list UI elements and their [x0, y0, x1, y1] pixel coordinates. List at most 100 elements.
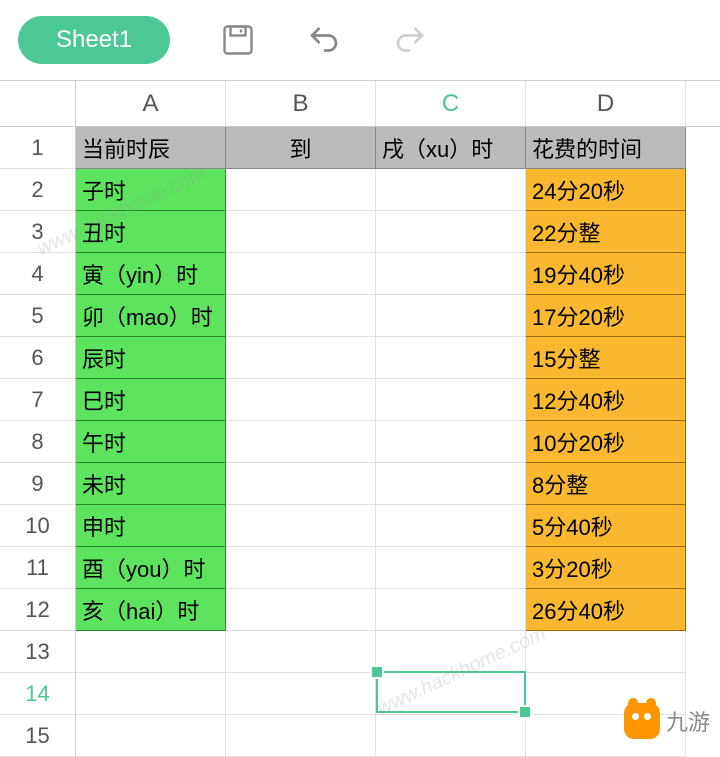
- row-header-6[interactable]: 6: [0, 337, 76, 379]
- column-header-b[interactable]: B: [226, 81, 376, 126]
- table-row: 巳时 12分40秒: [76, 379, 686, 421]
- cell-b6[interactable]: [226, 337, 376, 379]
- table-row: 午时 10分20秒: [76, 421, 686, 463]
- row-header-9[interactable]: 9: [0, 463, 76, 505]
- cell-c3[interactable]: [376, 211, 526, 253]
- cell-b5[interactable]: [226, 295, 376, 337]
- cell-b3[interactable]: [226, 211, 376, 253]
- cell-b4[interactable]: [226, 253, 376, 295]
- cell-a3[interactable]: 丑时: [76, 211, 226, 253]
- redo-icon[interactable]: [392, 22, 428, 58]
- brand-logo: 九游: [624, 703, 710, 739]
- cells-area: 当前时辰 到 戌（xu）时 花费的时间 子时 24分20秒 丑时 22分整 寅（…: [76, 127, 686, 757]
- save-icon[interactable]: [220, 22, 256, 58]
- cell-a9[interactable]: 未时: [76, 463, 226, 505]
- cell-a1[interactable]: 当前时辰: [76, 127, 226, 169]
- row-header-10[interactable]: 10: [0, 505, 76, 547]
- cell-d9[interactable]: 8分整: [526, 463, 686, 505]
- cell-c13[interactable]: [376, 631, 526, 673]
- cell-c14[interactable]: [376, 673, 526, 715]
- select-all-corner[interactable]: [0, 81, 76, 126]
- table-row: 酉（you）时 3分20秒: [76, 547, 686, 589]
- cell-c6[interactable]: [376, 337, 526, 379]
- cell-b11[interactable]: [226, 547, 376, 589]
- cell-c12[interactable]: [376, 589, 526, 631]
- brand-text: 九游: [666, 705, 710, 737]
- cell-d2[interactable]: 24分20秒: [526, 169, 686, 211]
- cell-c4[interactable]: [376, 253, 526, 295]
- row-header-5[interactable]: 5: [0, 295, 76, 337]
- cell-a13[interactable]: [76, 631, 226, 673]
- cell-b13[interactable]: [226, 631, 376, 673]
- cell-a11[interactable]: 酉（you）时: [76, 547, 226, 589]
- cell-b10[interactable]: [226, 505, 376, 547]
- cell-c2[interactable]: [376, 169, 526, 211]
- table-row: [76, 631, 686, 673]
- cell-d4[interactable]: 19分40秒: [526, 253, 686, 295]
- column-header-d[interactable]: D: [526, 81, 686, 126]
- cell-c8[interactable]: [376, 421, 526, 463]
- table-row: [76, 673, 686, 715]
- cell-c10[interactable]: [376, 505, 526, 547]
- cell-d10[interactable]: 5分40秒: [526, 505, 686, 547]
- sheet-tab[interactable]: Sheet1: [18, 16, 170, 64]
- cell-d8[interactable]: 10分20秒: [526, 421, 686, 463]
- cell-b7[interactable]: [226, 379, 376, 421]
- cell-c5[interactable]: [376, 295, 526, 337]
- table-row: 丑时 22分整: [76, 211, 686, 253]
- row-header-1[interactable]: 1: [0, 127, 76, 169]
- table-row: 申时 5分40秒: [76, 505, 686, 547]
- row-header-8[interactable]: 8: [0, 421, 76, 463]
- table-row: 卯（mao）时 17分20秒: [76, 295, 686, 337]
- table-row: 未时 8分整: [76, 463, 686, 505]
- column-headers-row: A B C D: [0, 80, 720, 127]
- cell-c9[interactable]: [376, 463, 526, 505]
- row-headers: 1 2 3 4 5 6 7 8 9 10 11 12 13 14 15: [0, 127, 76, 757]
- cell-b14[interactable]: [226, 673, 376, 715]
- column-header-a[interactable]: A: [76, 81, 226, 126]
- cell-d12[interactable]: 26分40秒: [526, 589, 686, 631]
- cell-a10[interactable]: 申时: [76, 505, 226, 547]
- table-row: 辰时 15分整: [76, 337, 686, 379]
- row-header-14[interactable]: 14: [0, 673, 76, 715]
- cell-b9[interactable]: [226, 463, 376, 505]
- row-header-12[interactable]: 12: [0, 589, 76, 631]
- cell-b8[interactable]: [226, 421, 376, 463]
- table-row: 寅（yin）时 19分40秒: [76, 253, 686, 295]
- row-header-4[interactable]: 4: [0, 253, 76, 295]
- cell-c7[interactable]: [376, 379, 526, 421]
- cell-b2[interactable]: [226, 169, 376, 211]
- undo-icon[interactable]: [306, 22, 342, 58]
- cell-b1[interactable]: 到: [226, 127, 376, 169]
- row-header-3[interactable]: 3: [0, 211, 76, 253]
- cell-a6[interactable]: 辰时: [76, 337, 226, 379]
- column-header-c[interactable]: C: [376, 81, 526, 126]
- cell-a8[interactable]: 午时: [76, 421, 226, 463]
- cell-d11[interactable]: 3分20秒: [526, 547, 686, 589]
- cell-a14[interactable]: [76, 673, 226, 715]
- table-row: 当前时辰 到 戌（xu）时 花费的时间: [76, 127, 686, 169]
- cell-a12[interactable]: 亥（hai）时: [76, 589, 226, 631]
- table-row: 子时 24分20秒: [76, 169, 686, 211]
- row-header-7[interactable]: 7: [0, 379, 76, 421]
- toolbar: Sheet1: [0, 0, 720, 80]
- cell-a2[interactable]: 子时: [76, 169, 226, 211]
- cell-c11[interactable]: [376, 547, 526, 589]
- cell-d13[interactable]: [526, 631, 686, 673]
- cell-d1[interactable]: 花费的时间: [526, 127, 686, 169]
- cell-a4[interactable]: 寅（yin）时: [76, 253, 226, 295]
- spreadsheet: A B C D 1 2 3 4 5 6 7 8 9 10 11 12 13 14…: [0, 80, 720, 757]
- cell-a7[interactable]: 巳时: [76, 379, 226, 421]
- table-row: 亥（hai）时 26分40秒: [76, 589, 686, 631]
- cell-c1[interactable]: 戌（xu）时: [376, 127, 526, 169]
- cell-d7[interactable]: 12分40秒: [526, 379, 686, 421]
- cell-d6[interactable]: 15分整: [526, 337, 686, 379]
- cell-b12[interactable]: [226, 589, 376, 631]
- cell-d5[interactable]: 17分20秒: [526, 295, 686, 337]
- cell-a5[interactable]: 卯（mao）时: [76, 295, 226, 337]
- cell-d3[interactable]: 22分整: [526, 211, 686, 253]
- row-header-13[interactable]: 13: [0, 631, 76, 673]
- brand-icon: [624, 703, 660, 739]
- row-header-11[interactable]: 11: [0, 547, 76, 589]
- row-header-2[interactable]: 2: [0, 169, 76, 211]
